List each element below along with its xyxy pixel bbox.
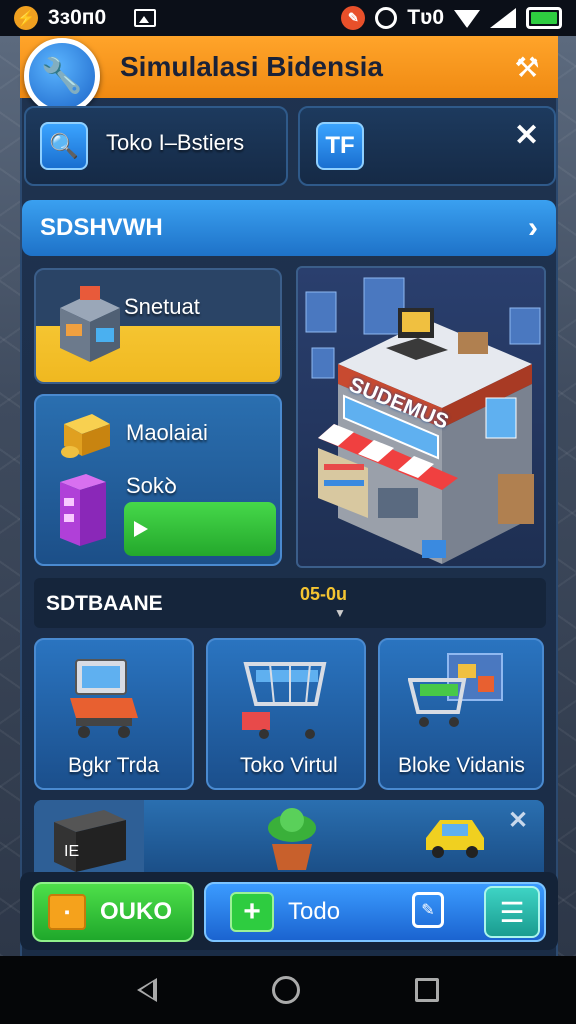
car-icon [426, 820, 484, 858]
android-nav-bar [0, 956, 576, 1024]
cart-store-icon [408, 653, 503, 727]
item-label-2: Toko Virtul [240, 754, 338, 777]
edit-icon[interactable]: ✎ [412, 892, 444, 928]
record-icon: ✎ [341, 6, 366, 30]
battery-icon [526, 7, 562, 29]
plus-icon: + [230, 892, 274, 932]
item-label-3: Bloke Vidanis [398, 754, 525, 777]
play-icon [134, 521, 148, 537]
menu-icon[interactable]: ☰ [484, 886, 540, 938]
status-time: 3ɜ0п0 [48, 6, 107, 29]
close-icon[interactable]: ✕ [508, 806, 528, 835]
bolt-icon: ⚡ [14, 6, 38, 30]
image-icon [134, 9, 157, 27]
subsection-bar: SDTBAANE 05-0u ▼ [34, 578, 546, 628]
title-bar: Simulalasi Bidensia ⚒ [20, 36, 558, 98]
goods-tile-label-top: Maolaiai [126, 420, 208, 445]
wrench-screwdriver-icon[interactable]: ⚒ [510, 50, 544, 84]
top-card-tf[interactable]: TF ✕ [298, 106, 556, 186]
plant-icon [268, 808, 316, 870]
top-card-label: Toko I–Bstiers [106, 130, 245, 155]
subsection-label: SDTBAANE [46, 592, 163, 615]
laptop-cart-icon [70, 659, 138, 738]
chevron-right-icon[interactable]: › [528, 211, 538, 245]
top-card-shop[interactable]: 🔍 Toko I–Bstiers [24, 106, 288, 186]
close-icon[interactable]: ✕ [514, 118, 539, 153]
machine-icon: IE [34, 800, 144, 872]
subsection-value[interactable]: 05-0u [300, 584, 347, 605]
secondary-action-button[interactable]: + Todo ✎ ☰ [204, 882, 546, 942]
status-right-text: Tʋ0 [407, 6, 444, 29]
goods-tile-label-bottom: Sokꝺ [126, 473, 178, 498]
crate-icon [61, 414, 110, 458]
primary-action-button[interactable]: ▪ OUKO [32, 882, 194, 942]
signal-icon [490, 8, 516, 28]
shop-tile-label: Snetuat [124, 294, 200, 319]
secondary-action-label: Todo [288, 898, 341, 925]
page-title: Simulalasi Bidensia [120, 51, 383, 82]
wifi-icon [454, 10, 480, 28]
home-icon[interactable] [271, 976, 300, 1004]
tf-icon: TF [316, 122, 364, 170]
magnifier-icon: 🔍 [40, 122, 88, 170]
dropdown-icon[interactable]: ▼ [334, 606, 346, 620]
shop-tile[interactable]: Snetuat [34, 268, 282, 384]
building-icon [60, 286, 120, 362]
lower-row: IE ✕ [34, 800, 544, 872]
back-icon[interactable] [137, 978, 158, 1002]
goods-tile[interactable]: Maolaiai Sokꝺ [34, 394, 282, 566]
section-header[interactable]: SDSHVWH › [22, 200, 556, 256]
vending-machine-icon [60, 474, 106, 546]
recent-apps-icon[interactable] [414, 978, 439, 1002]
item-card-1[interactable]: Bgkr Trda [34, 638, 194, 790]
item-label-1: Bgkr Trda [68, 754, 160, 777]
svg-text:IE: IE [64, 843, 79, 860]
store-illustration: SUDEMUS [296, 266, 546, 568]
shopping-cart-icon [242, 662, 327, 739]
status-bar: ⚡ 3ɜ0п0 ✎ Tʋ0 [0, 0, 576, 36]
section-label: SDSHVWH [40, 214, 163, 241]
play-button[interactable] [124, 502, 276, 556]
item-card-2[interactable]: Toko Virtul [206, 638, 366, 790]
box-icon: ▪ [48, 894, 86, 930]
item-card-3[interactable]: Bloke Vidanis [378, 638, 544, 790]
app-logo[interactable]: 🔧 [24, 38, 100, 114]
clock-icon [375, 7, 398, 29]
primary-action-label: OUKO [100, 898, 172, 925]
